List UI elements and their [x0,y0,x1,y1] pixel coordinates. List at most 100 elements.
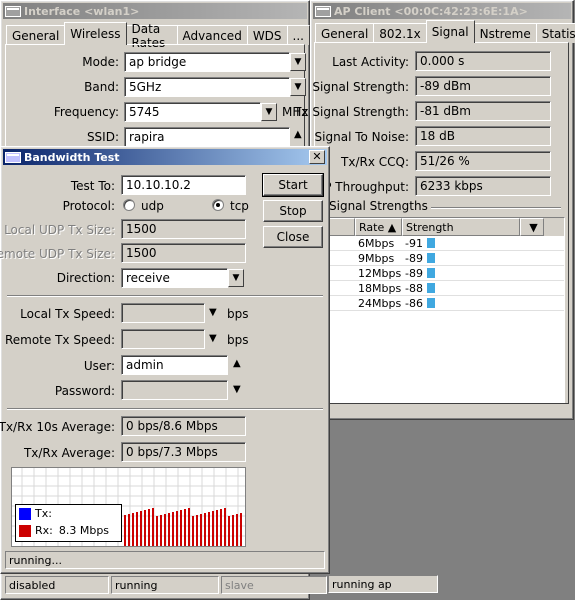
tab-nstreme[interactable]: Nstreme [473,23,537,43]
tab-statistics[interactable]: Statistics [535,23,575,43]
rx-bar [140,511,142,546]
strength-bar [426,238,435,248]
rx-bar [236,514,238,546]
table-row[interactable]: 12Mbps -89 [328,266,564,281]
strength-bar [426,283,435,293]
test-status: running... [5,551,325,569]
ssid-field[interactable]: rapira [124,127,290,147]
rx-bar [200,514,202,546]
bandwidth-test-title: Bandwidth Test [24,150,120,164]
rx-bar [220,509,222,546]
close-button[interactable]: Close [263,226,323,248]
strength-cell: -91 [402,236,502,250]
table-row[interactable]: 18Mbps -88 [328,281,564,296]
rx-bar [160,515,162,546]
window-icon [315,5,331,17]
band-dropdown-icon[interactable]: ▼ [290,78,306,96]
band-field[interactable]: 5GHz [124,77,290,97]
tab-more[interactable]: ... [286,25,310,45]
rx-legend-swatch [19,524,31,537]
bandwidth-test-title-bar[interactable]: Bandwidth Test [3,149,327,165]
user-expand-icon[interactable]: ▲ [233,358,241,369]
rx-bar [144,510,146,546]
frequency-label: Frequency: [53,105,119,119]
last-activity-label: Last Activity: [332,55,409,69]
remote-tx-speed-field[interactable] [121,329,205,349]
local-speed-dropdown-icon[interactable]: ▼ [209,307,217,318]
table-row[interactable]: 6Mbps -91 [328,236,564,251]
tab-general[interactable]: General [6,25,66,45]
frequency-dropdown-icon[interactable]: ▼ [261,103,277,121]
rx-legend-value: 8.3 Mbps [58,524,110,537]
tx-signal-value: -81 dBm [415,101,551,121]
col-menu[interactable]: ▼ [520,218,544,236]
avg-value: 0 bps/7.3 Mbps [121,442,246,462]
test-to-input[interactable]: 10.10.10.2 [121,175,246,195]
local-tx-speed-label: Local Tx Speed: [20,307,115,321]
user-input[interactable]: admin [121,355,228,375]
direction-select[interactable]: receive [121,268,228,288]
rx-bar [228,516,230,546]
local-udp-size-field: 1500 [121,219,246,239]
tab-signal[interactable]: Signal [425,20,475,43]
rx-bar [188,508,190,546]
local-tx-speed-field[interactable] [121,303,205,323]
ccq-label: Tx/Rx CCQ: [341,155,409,169]
tab-wireless[interactable]: Wireless [64,22,127,45]
strength-bar [426,253,435,263]
rx-bar [208,512,210,546]
local-speed-unit: bps [227,307,249,321]
rx-bar [132,513,134,546]
rx-legend-label: Rx: [35,524,53,537]
tab-general[interactable]: General [315,23,375,43]
interface-title-bar[interactable]: Interface <wlan1> [3,3,307,19]
tcp-label: tcp [230,199,249,213]
mode-label: Mode: [82,55,119,69]
mode-field[interactable]: ap bridge [124,52,290,72]
rx-bar [180,510,182,546]
col-rate[interactable]: Rate ▲ [355,218,402,236]
ap-client-title: AP Client <00:0C:42:23:6E:1A> [334,4,528,18]
direction-dropdown-icon[interactable]: ▼ [228,269,244,287]
signal-strength-value: -89 dBm [415,76,551,96]
table-row[interactable]: 9Mbps -89 [328,251,564,266]
strength-cell: -88 [402,281,502,295]
table-row[interactable]: 24Mbps -86 [328,296,564,311]
ap-client-window: AP Client <00:0C:42:23:6E:1A> General 80… [294,0,575,420]
tcp-radio[interactable] [212,199,224,211]
rx-bar [184,509,186,546]
rx-bar [232,515,234,546]
ssid-expand-icon[interactable]: ▲ [294,129,302,140]
rx-bar [156,516,158,546]
remote-tx-speed-label: Remote Tx Speed: [4,333,115,347]
tab-8021x[interactable]: 802.1x [373,23,427,43]
password-dropdown-icon[interactable]: ▼ [233,384,241,395]
ap-client-title-bar[interactable]: AP Client <00:0C:42:23:6E:1A> [313,3,571,19]
udp-radio[interactable] [123,199,135,211]
mode-dropdown-icon[interactable]: ▼ [290,53,306,71]
remote-speed-dropdown-icon[interactable]: ▼ [209,333,217,344]
traffic-graph: Tx: Rx: 8.3 Mbps [11,467,246,547]
rx-bar [128,514,130,546]
tx-legend-swatch [19,507,31,520]
rate-cell: 6Mbps [358,236,395,250]
tab-advanced[interactable]: Advanced [176,25,248,45]
bandwidth-test-window: Bandwidth Test ✕ Test To: 10.10.10.2 Pro… [0,146,330,574]
status-disabled: disabled [5,576,109,594]
tab-wds[interactable]: WDS [246,25,288,45]
tx-signal-label: Tx Signal Strength: [294,105,409,119]
rate-cell: 24Mbps [358,296,402,310]
col-strength[interactable]: Strength [402,218,520,236]
remote-udp-size-field: 1500 [121,243,246,263]
password-input[interactable] [121,380,228,400]
frequency-field[interactable]: 5745 [124,102,261,122]
start-button[interactable]: Start [262,173,324,197]
tab-data-rates[interactable]: Data Rates [125,22,178,50]
local-udp-size-label: Local UDP Tx Size: [4,223,115,237]
last-activity-value: 0.000 s [415,51,551,71]
close-window-button[interactable]: ✕ [309,150,325,164]
stop-button[interactable]: Stop [263,200,323,222]
avg-label: Tx/Rx Average: [23,446,115,460]
rx-bar [196,515,198,546]
protocol-label: Protocol: [62,199,115,213]
